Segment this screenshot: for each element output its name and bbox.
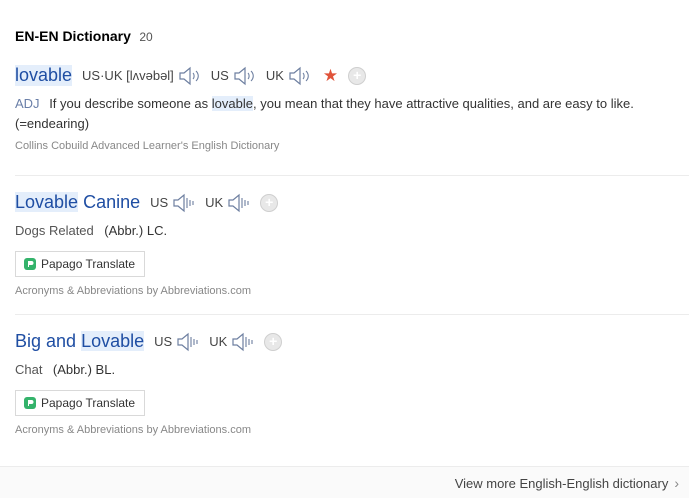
definition: Dogs Related (Abbr.) LC. [15, 222, 689, 240]
papago-icon [24, 397, 36, 409]
add-wordbook-icon[interactable]: + [260, 193, 279, 212]
pron-uk: UK [266, 66, 311, 86]
pron-us-uk: US·UK [lʌvəbəl] [82, 66, 201, 86]
abbreviation: (Abbr.) BL. [52, 362, 116, 377]
pron-us: US [150, 193, 195, 213]
speaker-icon[interactable] [171, 193, 195, 213]
add-wordbook-icon[interactable]: + [348, 66, 367, 85]
star-icon[interactable]: ★ [323, 66, 338, 86]
pron-us: US [154, 332, 199, 352]
source-label: Acronyms & Abbreviations by Abbreviation… [15, 285, 252, 297]
divider [15, 175, 689, 176]
pron-uk: UK [209, 332, 254, 352]
entry-lovable-canine: Lovable Canine US UK + Dogs Related (Abb… [15, 192, 689, 297]
source-label: Acronyms & Abbreviations by Abbreviation… [15, 424, 252, 436]
section-title: EN-EN Dictionary [15, 28, 131, 44]
entry-big-and-lovable: Big and Lovable US UK + Chat (Abbr.) BL.… [15, 331, 689, 436]
speaker-icon[interactable] [226, 193, 250, 213]
speaker-icon[interactable] [177, 66, 201, 86]
result-count: 20 [139, 30, 153, 44]
papago-translate-button[interactable]: Papago Translate [15, 251, 146, 277]
category-label: Dogs Related [15, 223, 94, 238]
dictionary-header: EN-EN Dictionary 20 [15, 28, 153, 46]
pron-uk: UK [205, 193, 250, 213]
speaker-icon[interactable] [175, 332, 199, 352]
source-label: Collins Cobuild Advanced Learner's Engli… [15, 140, 280, 152]
definition: Chat (Abbr.) BL. [15, 361, 689, 379]
speaker-icon[interactable] [287, 66, 311, 86]
definition: ADJ If you describe someone as lovable, … [15, 96, 634, 131]
entry-word[interactable]: lovable [15, 65, 73, 86]
pron-us: US [211, 66, 256, 86]
add-wordbook-icon[interactable]: + [264, 332, 283, 351]
entry-word[interactable]: Lovable Canine [15, 192, 140, 213]
entry-word[interactable]: Big and Lovable [15, 331, 145, 352]
papago-translate-button[interactable]: Papago Translate [15, 390, 146, 416]
chevron-right-icon: › [674, 475, 679, 491]
footer-bar: View more English-English dictionary › [0, 466, 689, 498]
speaker-icon[interactable] [232, 66, 256, 86]
part-of-speech: ADJ [15, 96, 40, 111]
view-more-link[interactable]: View more English-English dictionary › [455, 475, 679, 491]
definition-keyword[interactable]: lovable [211, 96, 253, 111]
papago-icon [24, 258, 36, 270]
category-label: Chat [15, 362, 43, 377]
speaker-icon[interactable] [230, 332, 254, 352]
entry-lovable: lovable US·UK [lʌvəbəl] US UK ★ + ADJ If… [15, 65, 689, 152]
divider [15, 314, 689, 315]
abbreviation: (Abbr.) LC. [104, 223, 168, 238]
